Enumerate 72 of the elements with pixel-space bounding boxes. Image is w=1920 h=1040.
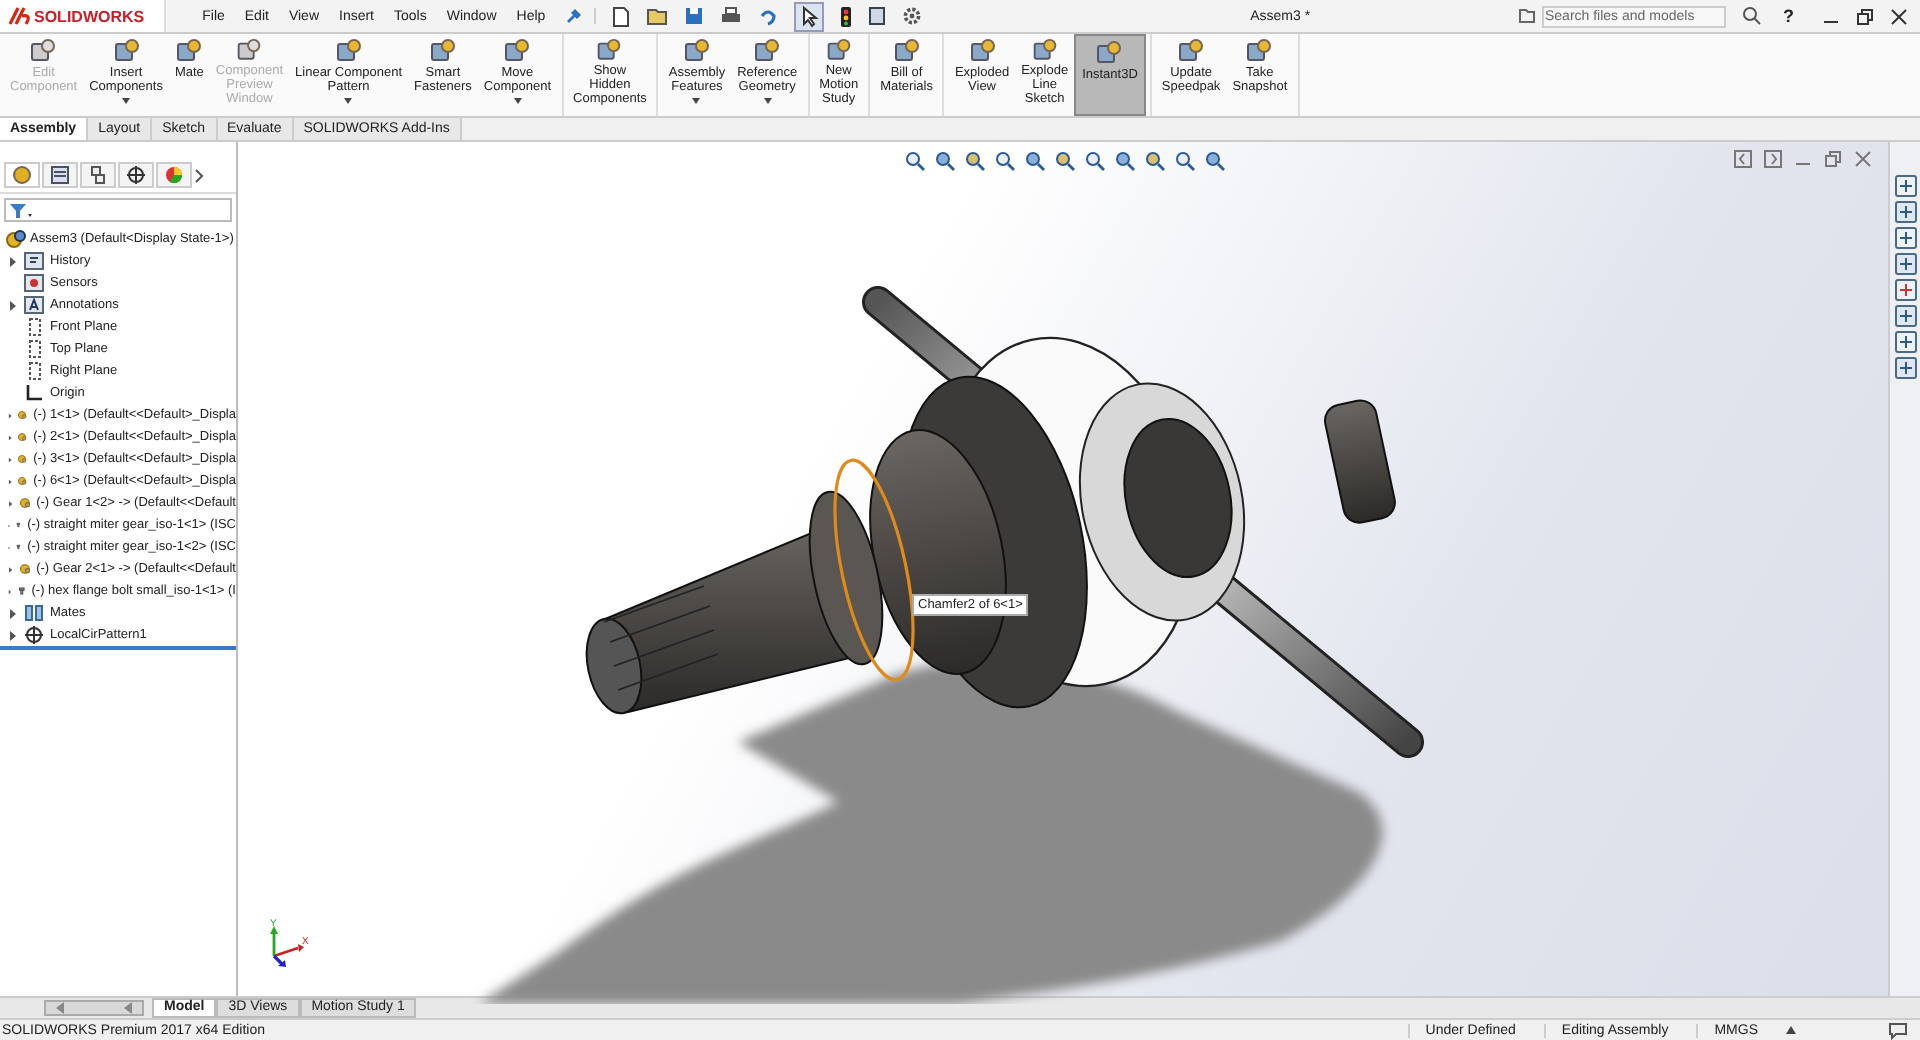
expand-arrow-icon[interactable] (8, 629, 18, 641)
tool-icon (335, 38, 362, 64)
assembly-icon (6, 230, 26, 248)
y-axis-arrow (270, 926, 278, 956)
view-tool-icon[interactable] (1144, 150, 1166, 172)
x-axis-arrow (273, 944, 304, 958)
property-tab-icon[interactable] (42, 162, 78, 188)
search-icon[interactable] (1742, 6, 1763, 26)
tool-icon (1031, 38, 1058, 63)
tool-icon (825, 38, 852, 63)
filter-icon[interactable] (8, 201, 32, 219)
pin-icon[interactable] (565, 8, 582, 24)
tool-icon (683, 38, 710, 64)
gearbox-model-drawing[interactable] (585, 286, 1424, 758)
settings-icon[interactable] (901, 6, 922, 26)
tool-icon (1096, 40, 1123, 66)
view-tool-icon[interactable] (904, 150, 926, 172)
tool-icon (113, 38, 140, 64)
configuration-tab-icon[interactable] (80, 162, 116, 188)
history-folder-icon (24, 252, 44, 270)
view-tool-icon[interactable] (1114, 150, 1136, 172)
logo: SOLIDWORKS (0, 0, 167, 32)
expand-arrow-icon[interactable] (8, 563, 14, 575)
view-tool-icon[interactable] (1084, 150, 1106, 172)
tool-icon (969, 38, 996, 64)
new-document-icon[interactable] (611, 5, 630, 27)
expand-arrow-icon[interactable] (8, 497, 14, 509)
help-button[interactable]: ? (1782, 6, 1794, 26)
tool-icon (1178, 38, 1205, 64)
appearance-tab-icon[interactable] (156, 162, 192, 188)
crosshair-tab-icon[interactable] (118, 162, 154, 188)
expand-arrow-icon[interactable] (8, 607, 18, 619)
origin-icon (24, 384, 44, 402)
save-icon[interactable] (683, 6, 704, 26)
filter-field[interactable] (4, 198, 232, 222)
restore-icon[interactable] (1855, 7, 1874, 25)
tool-icon (504, 38, 531, 64)
print-icon[interactable] (719, 6, 742, 26)
pointer-icon[interactable] (793, 1, 824, 31)
bolt-icon (17, 582, 26, 600)
view-tool-icon[interactable] (1054, 150, 1076, 172)
view-tool-icon[interactable] (994, 150, 1016, 172)
expand-arrow-icon[interactable] (8, 299, 18, 311)
sensor-icon (24, 274, 44, 292)
tool-icon (893, 38, 920, 64)
view-tool-icon[interactable] (1024, 150, 1046, 172)
chevron-right-icon[interactable] (194, 167, 206, 183)
open-folder-icon[interactable] (645, 6, 668, 26)
tool-icon (176, 38, 203, 64)
units-caret-icon[interactable] (1786, 1026, 1796, 1034)
annotation-icon (24, 296, 44, 314)
split-right-icon[interactable] (1764, 150, 1782, 168)
view-tool-icon[interactable] (934, 150, 956, 172)
expand-arrow-icon[interactable] (8, 255, 18, 267)
close-icon[interactable] (1889, 7, 1908, 25)
file-properties-icon[interactable] (867, 6, 886, 26)
tool-icon (30, 38, 57, 64)
tool-icon (236, 38, 263, 63)
z-axis-arrow (272, 954, 286, 967)
tool-icon (429, 38, 456, 64)
split-left-icon[interactable] (1734, 150, 1752, 168)
traffic-light-icon[interactable] (839, 5, 852, 27)
view-tool-icon[interactable] (1204, 150, 1226, 172)
feature-tree-tab-icon[interactable] (4, 162, 40, 188)
tool-icon (596, 38, 623, 63)
view-tool-icon[interactable] (1174, 150, 1196, 172)
undo-icon[interactable] (757, 6, 778, 26)
mates-icon (24, 604, 44, 622)
tool-icon (1246, 38, 1273, 64)
tool-icon (754, 38, 781, 64)
pattern-icon (24, 626, 44, 644)
view-tool-icon[interactable] (964, 150, 986, 172)
